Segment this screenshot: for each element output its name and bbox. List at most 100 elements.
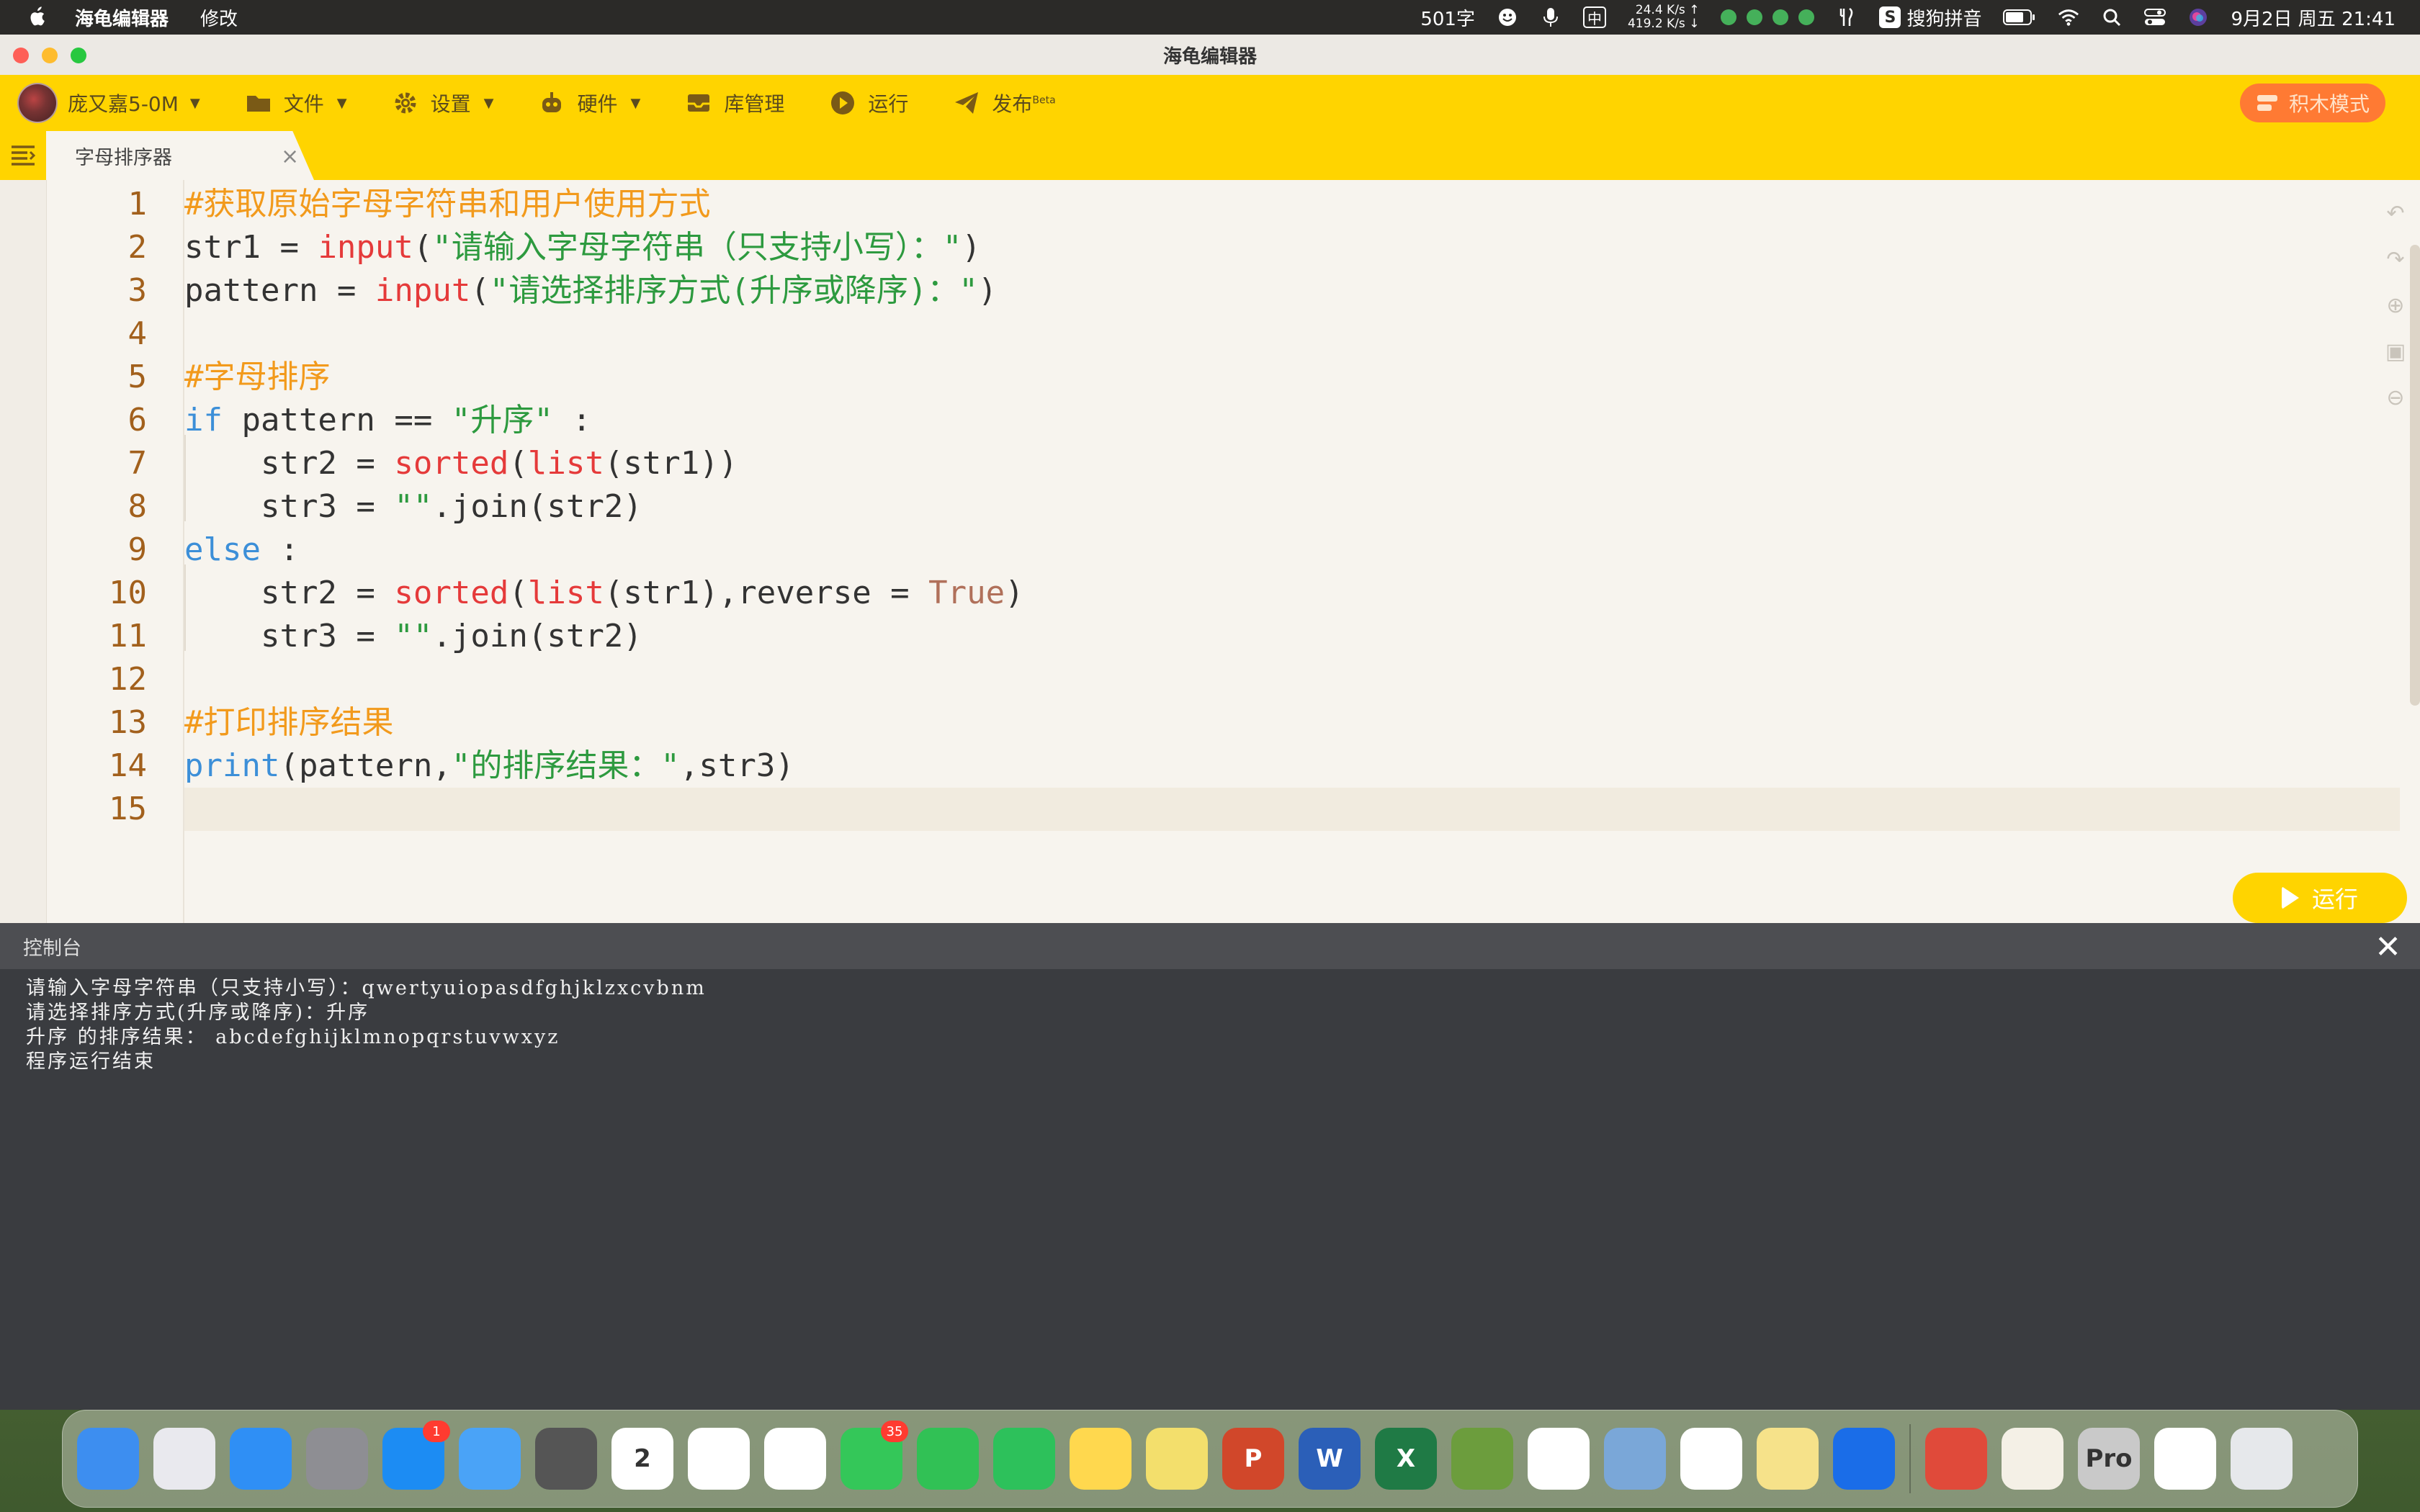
code-line[interactable]: else :	[184, 528, 299, 572]
reset-zoom-icon[interactable]: ▣	[2383, 340, 2408, 364]
siri-icon[interactable]	[2187, 6, 2209, 28]
maximize-window-button[interactable]	[71, 48, 86, 63]
menu-app-name[interactable]: 海龟编辑器	[75, 4, 169, 31]
baidu-netdisk-icon[interactable]	[1680, 1428, 1742, 1490]
game-app-icon[interactable]	[1925, 1428, 1987, 1490]
finder-icon[interactable]	[77, 1428, 139, 1490]
block-mode-button[interactable]: 积木模式	[2239, 84, 2385, 122]
battery-icon[interactable]	[2003, 6, 2036, 28]
control-center-icon[interactable]	[2144, 6, 2166, 28]
code-line[interactable]: str3 = "".join(str2)	[184, 615, 642, 658]
calendar-icon[interactable]: 2	[611, 1428, 673, 1490]
code-token: #打印排序结果	[184, 704, 394, 741]
code-token: "升序"	[451, 402, 553, 438]
dock-app-label: W	[1316, 1444, 1343, 1473]
trash-icon[interactable]	[2231, 1428, 2293, 1490]
books-stack-icon[interactable]	[1604, 1428, 1666, 1490]
status-green-icons[interactable]	[1721, 9, 1815, 25]
code-line[interactable]: if pattern == "升序" :	[184, 399, 591, 442]
excel-icon[interactable]: X	[1375, 1428, 1437, 1490]
line-number: 2	[127, 229, 148, 266]
code-line[interactable]: str2 = sorted(list(str1))	[184, 442, 738, 485]
code-editor[interactable]: 1 2 3 4 5 6 7 8 9 10 11 12 13 14 15 #获取原始字母字符串和用户使用方式 s…	[0, 180, 2420, 923]
editor-scrollbar[interactable]	[2410, 245, 2420, 706]
hardware-menu[interactable]: 硬件 ▼	[538, 89, 640, 117]
microphone-icon[interactable]	[1540, 6, 1561, 28]
run-menu-button[interactable]: 运行	[829, 89, 908, 117]
code-line[interactable]: #打印排序结果	[184, 701, 394, 744]
console-header: 控制台 ✕	[0, 923, 2420, 969]
code-token: sorted	[394, 445, 509, 482]
code-line[interactable]: print(pattern,"的排序结果：",str3)	[184, 744, 794, 788]
feishu-icon[interactable]	[1833, 1428, 1895, 1490]
reminders-icon[interactable]	[688, 1428, 750, 1490]
sogou-input[interactable]: S 搜狗拼音	[1879, 4, 1981, 31]
console-close-icon[interactable]: ✕	[2375, 929, 2401, 966]
blocks-icon	[2257, 95, 2277, 111]
notification-badge: 35	[881, 1421, 908, 1442]
code-token: )	[1005, 575, 1024, 611]
run-button[interactable]: 运行	[2233, 873, 2407, 923]
user-menu[interactable]: 庞又嘉5-0M ▼	[17, 83, 200, 123]
tab-close-icon[interactable]: ×	[281, 144, 299, 169]
settings-menu[interactable]: 设置 ▼	[392, 89, 493, 117]
notes-icon[interactable]	[1070, 1428, 1131, 1490]
console-line: 程序运行结束	[26, 1050, 156, 1073]
turtle-editor-icon[interactable]	[1757, 1428, 1819, 1490]
emoji-icon[interactable]	[1497, 6, 1518, 28]
apple-menu-icon[interactable]	[27, 6, 46, 28]
library-manager-button[interactable]: 库管理	[685, 89, 784, 117]
code-lines[interactable]: #获取原始字母字符串和用户使用方式 str1 = input("请输入字母字符串（…	[184, 180, 2374, 923]
minecraft-icon[interactable]	[1451, 1428, 1513, 1490]
line-number: 5	[127, 359, 148, 395]
launchpad-icon[interactable]	[153, 1428, 215, 1490]
close-window-button[interactable]	[13, 48, 29, 63]
input-method-icon[interactable]: 中	[1582, 6, 1606, 28]
console-output[interactable]: 请输入字母字符串（只支持小写）：qwertyuiopasdfghjklzxcvb…	[0, 969, 2420, 1410]
photos-icon[interactable]	[764, 1428, 826, 1490]
zoom-out-icon[interactable]: ⊖	[2383, 386, 2408, 410]
wechat-icon[interactable]	[993, 1428, 1055, 1490]
sidebar-toggle-icon[interactable]	[10, 144, 36, 167]
chrome-apps-icon[interactable]	[2154, 1428, 2216, 1490]
code-token: .join(str2)	[432, 488, 642, 525]
safari-icon[interactable]	[230, 1428, 292, 1490]
instruments-pro-icon[interactable]: Pro	[2078, 1428, 2140, 1490]
publish-button[interactable]: 发布Beta	[953, 89, 1056, 117]
console-line: 请输入字母字符串（只支持小写）：qwertyuiopasdfghjklzxcvb…	[26, 977, 707, 999]
datetime[interactable]: 9月2日 周五 21:41	[2231, 4, 2396, 31]
undo-icon[interactable]: ↶	[2383, 202, 2408, 226]
mail-icon[interactable]	[459, 1428, 521, 1490]
wifi-icon[interactable]	[2058, 6, 2079, 28]
fork-knife-icon[interactable]	[1836, 6, 1857, 28]
menu-edit[interactable]: 修改	[200, 4, 238, 31]
minimize-window-button[interactable]	[42, 48, 58, 63]
redo-icon[interactable]: ↷	[2383, 248, 2408, 272]
tab-letter-sorter[interactable]: 字母排序器 ×	[46, 131, 314, 180]
code-line[interactable]: #获取原始字母字符串和用户使用方式	[184, 183, 711, 226]
code-line[interactable]: pattern = input("请选择排序方式(升序或降序)：")	[184, 269, 997, 312]
line-numbers: 1 2 3 4 5 6 7 8 9 10 11 12 13 14 15	[46, 180, 184, 923]
stickies-icon[interactable]	[1146, 1428, 1208, 1490]
network-speed[interactable]: 24.4 K/s ↑ 419.2 K/s ↓	[1628, 4, 1699, 31]
code-line[interactable]: #字母排序	[184, 356, 331, 399]
code-line[interactable]: str3 = "".join(str2)	[184, 485, 642, 528]
code-line[interactable]: str2 = sorted(list(str1),reverse = True)	[184, 572, 1024, 615]
file-menu[interactable]: 文件 ▼	[245, 89, 347, 117]
status-dot-icon	[1747, 9, 1763, 25]
app-store-icon[interactable]: 1	[382, 1421, 450, 1490]
powerpoint-icon[interactable]: P	[1222, 1428, 1284, 1490]
console-line: 请选择排序方式(升序或降序)：升序	[26, 1002, 370, 1024]
word-count[interactable]: 501字	[1420, 4, 1475, 31]
python-launcher-icon[interactable]	[2002, 1428, 2063, 1490]
messages-icon[interactable]: 35	[841, 1421, 908, 1490]
play-icon	[2281, 886, 2299, 909]
word-icon[interactable]: W	[1299, 1428, 1361, 1490]
chrome-icon[interactable]	[1528, 1428, 1590, 1490]
system-settings-icon[interactable]	[306, 1428, 368, 1490]
facetime-icon[interactable]	[917, 1428, 979, 1490]
code-line[interactable]: str1 = input("请输入字母字符串（只支持小写）：")	[184, 226, 981, 269]
zoom-in-icon[interactable]: ⊕	[2383, 294, 2408, 318]
search-icon[interactable]	[2101, 6, 2123, 28]
calculator-icon[interactable]	[535, 1428, 597, 1490]
